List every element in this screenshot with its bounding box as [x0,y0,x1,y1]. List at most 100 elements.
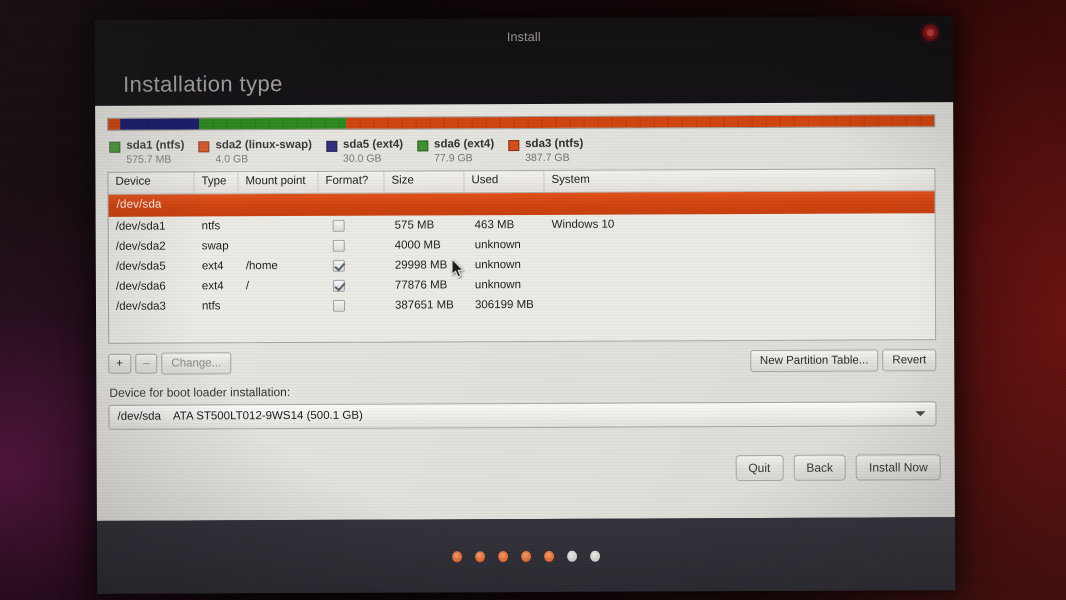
close-icon[interactable] [921,24,939,42]
column-header-device[interactable]: Device [108,171,195,194]
page-indicator-dot-5[interactable] [544,550,555,562]
installer-window: Install Installation type sda1 (ntfs) 575… [94,16,956,594]
format-cell[interactable] [319,219,385,232]
legend-partition-name: sda1 (ntfs) [126,139,185,152]
partition-toolbar: + – Change... New Partition Table... Rev… [108,348,937,375]
quit-button[interactable]: Quit [735,454,784,481]
window-title: Install [506,29,541,45]
usage-bar-segment-2 [199,117,347,130]
bootloader-label: Device for boot loader installation: [109,384,291,400]
partition-size: 77876 MB [394,278,448,292]
bootloader-model: ATA ST500LT012-9WS14 (500.1 GB) [172,409,363,423]
partition-mount-point: /home [245,259,278,272]
legend-partition-size: 575.7 MB [126,153,172,167]
partition-device: /dev/sda5 [115,260,166,273]
column-header-format[interactable]: Format? [318,171,385,193]
window-titlebar: Install [95,16,953,58]
partition-device: /dev/sda3 [115,300,166,313]
photographed-screen: Install Installation type sda1 (ntfs) 575… [0,0,1066,600]
partition-table[interactable]: Device Type Mount point Format? Size Used Syst… [107,167,937,344]
format-checkbox[interactable] [332,259,345,272]
legend-item: sda5 (ext4) 30.0 GB [325,138,403,167]
page-indicator-dot-7[interactable] [590,550,601,562]
chevron-down-icon[interactable] [915,410,926,416]
add-partition-button[interactable]: + [108,353,132,374]
format-cell[interactable] [319,299,385,312]
legend-color-swatch [508,140,520,152]
change-partition-button[interactable]: Change... [161,351,232,375]
column-header-used[interactable]: Used [464,170,545,192]
action-buttons: Quit Back Install Now [107,453,941,484]
legend-partition-size: 387.7 GB [525,152,570,165]
legend-partition-size: 77.9 GB [434,152,473,165]
partition-mount-point: / [245,279,250,292]
partition-system [545,244,745,245]
legend-item: sda1 (ntfs) 575.7 MB [109,138,184,167]
partition-system: Windows 10 [551,218,615,231]
partition-system [545,284,745,285]
page-indicator-dot-1[interactable] [452,551,463,563]
partition-device: /dev/sda6 [115,280,166,293]
back-button[interactable]: Back [793,454,847,481]
legend-partition-size: 30.0 GB [342,152,382,166]
column-header-mount-point[interactable]: Mount point [238,171,319,193]
page-indicator-dot-6[interactable] [567,550,578,562]
legend-color-swatch [109,141,121,153]
legend-partition-size: 4.0 GB [215,153,249,166]
format-checkbox[interactable] [332,219,345,232]
format-cell[interactable] [319,259,385,272]
page-indicator-dot-4[interactable] [521,550,532,563]
partition-size: 4000 MB [394,238,441,252]
column-header-type[interactable]: Type [194,171,239,193]
partition-type: ntfs [201,219,221,232]
bootloader-device: /dev/sda [117,410,161,423]
format-cell[interactable] [319,239,385,252]
usage-bar-segment-0 [108,118,120,130]
page-indicator-dot-3[interactable] [498,551,509,563]
legend-text: sda5 (ext4) 30.0 GB [343,138,403,167]
page-indicator-dot-2[interactable] [475,551,486,563]
partition-used: 463 MB [474,218,515,231]
partition-type: ntfs [201,299,221,312]
install-now-button[interactable]: Install Now [855,453,941,481]
mouse-cursor-icon [451,258,464,278]
column-header-system[interactable]: System [544,170,744,192]
usage-bar-segment-1 [119,118,200,130]
page-title: Installation type [122,71,283,97]
slideshow-footer [96,517,956,594]
bootloader-device-select[interactable]: /dev/sda ATA ST500LT012-9WS14 (500.1 GB) [108,400,937,430]
format-cell[interactable] [319,279,385,292]
legend-partition-name: sda6 (ext4) [434,138,495,151]
legend-partition-name: sda3 (ntfs) [525,137,584,150]
legend-partition-name: sda5 (ext4) [342,138,404,151]
revert-button[interactable]: Revert [882,348,937,371]
format-checkbox[interactable] [332,279,345,292]
column-header-size[interactable]: Size [384,170,465,193]
partition-system [545,264,745,265]
partition-device: /dev/sda2 [115,240,166,253]
partition-table-body: /dev/sda1 ntfs 575 MB 463 MB Windows 10/dev/… [109,213,935,317]
legend-text: sda6 (ext4) 77.9 GB [434,137,494,166]
partition-size: 387651 MB [394,298,454,312]
partition-device: /dev/sda1 [115,220,166,233]
legend-color-swatch [325,140,337,152]
new-partition-table-button[interactable]: New Partition Table... [749,348,879,372]
partition-system [545,304,745,305]
remove-partition-button[interactable]: – [134,353,158,374]
partition-used: unknown [474,238,521,251]
usage-bar-segment-3 [346,115,935,129]
format-checkbox[interactable] [332,239,345,252]
partition-used: unknown [474,278,521,291]
installation-type-panel: sda1 (ntfs) 575.7 MB sda2 (linux-swap) 4.0 … [95,102,955,521]
legend-color-swatch [198,141,210,153]
format-checkbox[interactable] [332,299,346,312]
partition-used: 306199 MB [474,298,534,311]
legend-item: sda2 (linux-swap) 4.0 GB [198,138,312,167]
table-row[interactable]: /dev/sda3 ntfs 387651 MB 306199 MB [109,293,935,317]
partition-legend: sda1 (ntfs) 575.7 MB sda2 (linux-swap) 4.0 … [109,135,943,167]
partition-type: ext4 [201,259,224,272]
legend-text: sda1 (ntfs) 575.7 MB [126,138,184,167]
legend-item: sda6 (ext4) 77.9 GB [417,137,494,166]
legend-item: sda3 (ntfs) 387.7 GB [508,137,583,166]
